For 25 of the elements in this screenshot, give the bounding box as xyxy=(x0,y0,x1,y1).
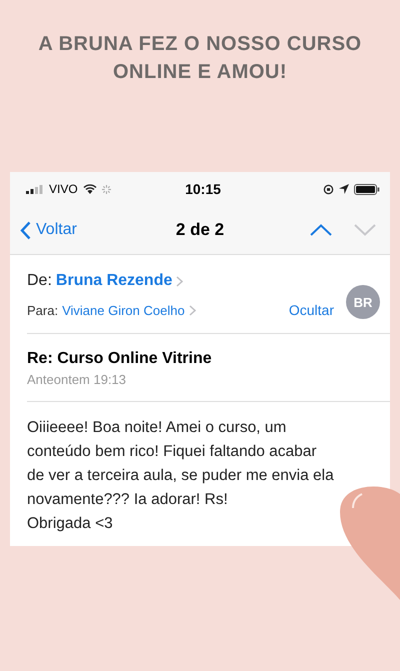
carrier-name: VIVO xyxy=(49,182,78,196)
message-counter: 2 de 2 xyxy=(174,220,226,240)
chevron-down-icon xyxy=(354,224,376,236)
to-label: Para: xyxy=(27,302,58,318)
chevron-right-icon xyxy=(188,304,196,316)
rotation-lock-icon xyxy=(323,184,334,194)
chevron-left-icon xyxy=(20,220,31,240)
signal-icon xyxy=(26,184,44,194)
avatar-initials: BR xyxy=(346,285,380,319)
email-body: Oiiieeee! Boa noite! Amei o curso, um conteúdo bem rico! Fiquei faltando acabar de ver a terceira aula, se puder me envia ela novamente??? Ia adorar! Rs! Obrigada <3 xyxy=(26,418,335,534)
from-label: De: xyxy=(27,272,52,290)
clock-time: 10:15 xyxy=(185,181,221,197)
chevron-up-icon xyxy=(310,224,332,236)
hide-details-link[interactable]: Ocultar xyxy=(288,302,334,318)
email-date: Anteontem 19:13 xyxy=(27,372,128,387)
post-heading: A BRUNA FEZ O NOSSO CURSO ONLINE E AMOU! xyxy=(37,32,363,85)
location-arrow-icon xyxy=(339,184,349,194)
back-button[interactable]: Voltar xyxy=(20,220,130,240)
chevron-right-icon xyxy=(176,276,184,286)
sender-link[interactable]: Bruna Rezende xyxy=(56,272,172,290)
battery-icon xyxy=(354,184,380,194)
wifi-icon xyxy=(82,184,97,194)
email-subject: Re: Curso Online Vitrine xyxy=(27,350,213,368)
recipient-link[interactable]: Viviane Giron Coelho xyxy=(62,302,185,318)
loading-spinner-icon xyxy=(102,184,111,194)
